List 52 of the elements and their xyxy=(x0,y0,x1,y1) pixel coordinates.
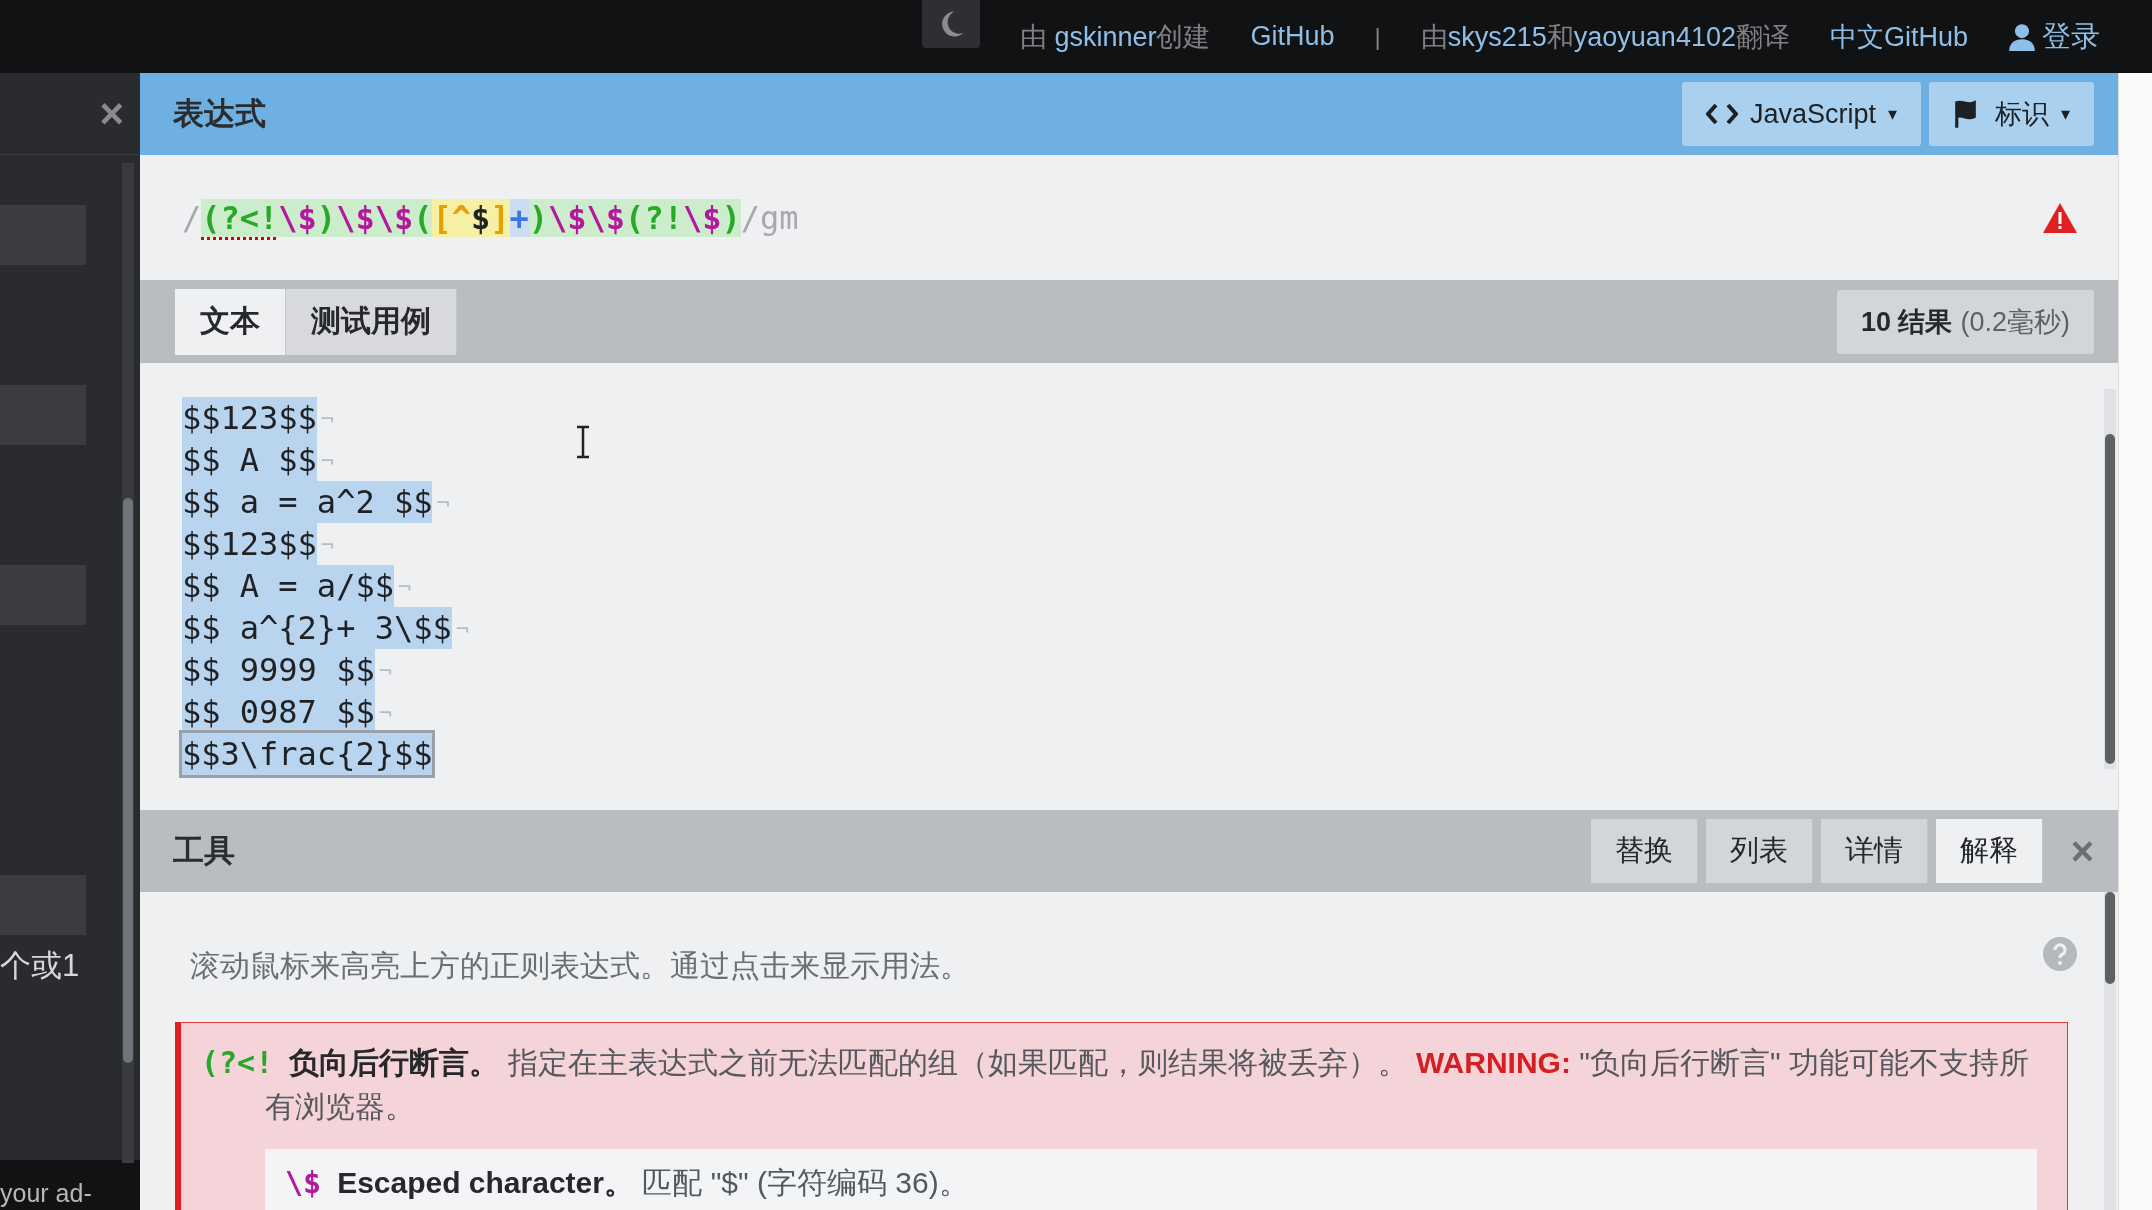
section-title: 工具 xyxy=(173,832,235,870)
user-icon xyxy=(2008,22,2036,51)
github-link[interactable]: GitHub xyxy=(1250,21,1335,52)
section-title: 表达式 xyxy=(173,95,266,133)
match-text: $$123$$ xyxy=(182,523,317,565)
line-end-mark: ¬ xyxy=(378,657,392,683)
tab[interactable]: 文本 xyxy=(175,288,286,355)
tool-tab[interactable]: 详情 xyxy=(1820,819,1928,883)
tool-tab[interactable]: 替换 xyxy=(1590,819,1698,883)
scrollbar[interactable] xyxy=(2104,389,2116,769)
flags-button[interactable]: 标识 ▾ xyxy=(1929,82,2094,146)
link[interactable]: gskinner xyxy=(1054,21,1157,52)
line-end-mark: ¬ xyxy=(378,699,392,725)
scrollbar[interactable] xyxy=(122,163,134,1163)
match-text: $$ 9999 $$ xyxy=(182,649,375,691)
match-text: $$3\frac{2}$$ xyxy=(182,733,433,775)
line-end-mark: ¬ xyxy=(455,615,469,641)
close-button[interactable]: × xyxy=(99,92,124,135)
link[interactable]: skys215 xyxy=(1447,21,1547,52)
match-text: $$ a = a^2 $$ xyxy=(182,481,433,523)
login-link[interactable]: 登录 xyxy=(2008,16,2100,57)
tool-tab[interactable]: 列表 xyxy=(1705,819,1813,883)
theme-toggle[interactable] xyxy=(921,0,980,48)
credit-text: 由 gskinner创建 xyxy=(1019,20,1211,54)
line-end-mark: ¬ xyxy=(436,489,450,515)
github-link[interactable]: 中文GitHub xyxy=(1829,18,1968,55)
match-text: $$123$$ xyxy=(182,397,317,439)
match-text: $$ 0987 $$ xyxy=(182,691,375,733)
tool-tab[interactable]: 解释 xyxy=(1935,819,2043,883)
hint-text: 滚动鼠标来高亮上方的正则表达式。通过点击来显示用法。 xyxy=(190,948,970,984)
sidebar-text: 个或1 xyxy=(0,947,81,985)
match-text: $$ a^{2}+ 3\$$ xyxy=(182,607,452,649)
tab[interactable]: 测试用例 xyxy=(286,288,457,355)
link[interactable]: yaoyuan4102 xyxy=(1573,21,1736,52)
explanation-text: (?<! 负向后行断言。 指定在主表达式之前无法匹配的组（如果匹配，则结果将被丢弃）。 WARNING: "负向后行断言" 功能可能不支持所有浏览器。 xyxy=(201,1044,2030,1125)
line-end-mark: ¬ xyxy=(320,447,335,473)
separator: | xyxy=(1374,22,1381,51)
footer-text: your ad- xyxy=(0,1179,92,1208)
flavor-button[interactable]: JavaScript ▾ xyxy=(1681,82,1921,146)
line-end-mark: ¬ xyxy=(397,573,412,599)
result-badge: 10 结果 (0.2毫秒) xyxy=(1836,289,2094,354)
match-text: $$ A = a/$$ xyxy=(182,565,394,607)
line-end-mark: ¬ xyxy=(320,405,335,431)
text-cursor-icon xyxy=(575,425,591,459)
regex-expression[interactable]: /(?<!\$)\$\$([^$]+)\$\$(?!\$)/gm xyxy=(182,198,799,237)
code-icon xyxy=(1705,103,1738,125)
line-end-mark: ¬ xyxy=(320,531,335,557)
help-icon[interactable] xyxy=(2042,936,2078,972)
match-text: $$ A $$ xyxy=(182,439,317,481)
scrollbar[interactable] xyxy=(2104,892,2116,1210)
translator-credit: 由skys215和yaoyuan4102翻译 xyxy=(1420,20,1790,54)
explanation-text: \$ Escaped character。 匹配 "$" (字符编码 36)。 xyxy=(285,1164,970,1202)
